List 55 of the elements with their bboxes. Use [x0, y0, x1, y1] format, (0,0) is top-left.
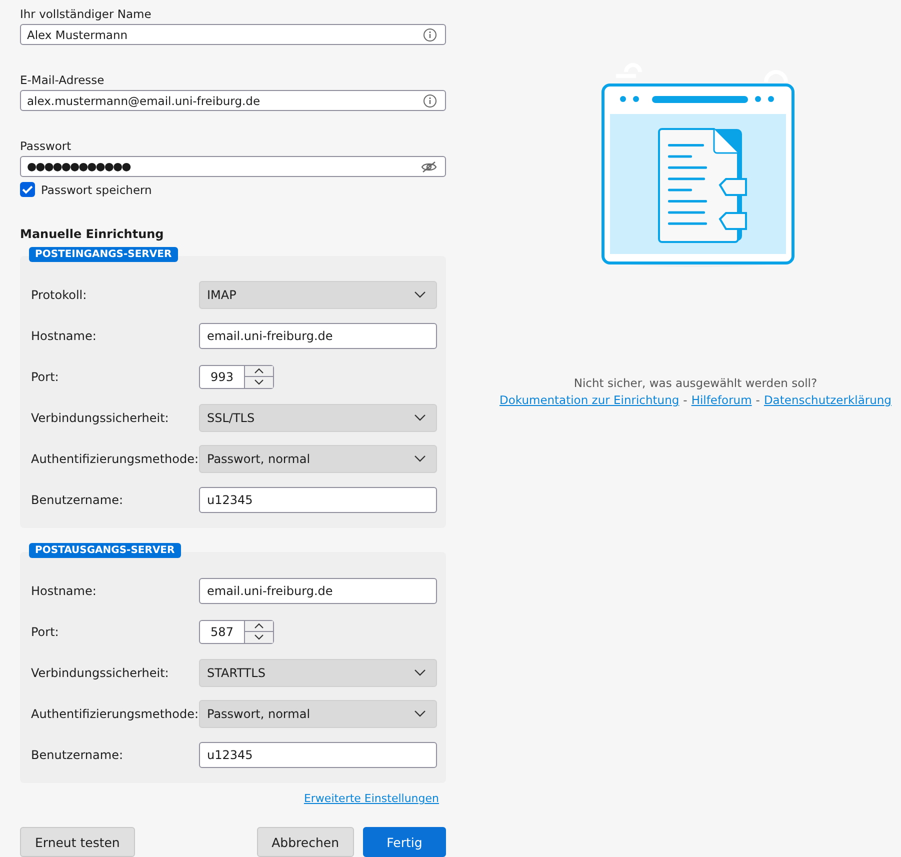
- field-label: E-Mail-Adresse: [20, 73, 104, 87]
- chevron-down-icon: [414, 455, 426, 462]
- chevron-up-icon[interactable]: [254, 368, 264, 374]
- advanced-settings-link[interactable]: Erweiterte Einstellungen: [304, 792, 439, 805]
- action-button[interactable]: Erneut testen: [20, 827, 135, 857]
- section-label: POSTAUSGANGS-SERVER: [29, 543, 181, 558]
- field-label: Benutzername:: [31, 492, 124, 506]
- field-label: Ihr vollständiger Name: [20, 7, 152, 21]
- checkbox[interactable]: [20, 182, 35, 197]
- dropdown[interactable]: SSL/TLS: [199, 404, 437, 432]
- field-label: Port:: [31, 370, 60, 384]
- field-label: Hostname:: [31, 328, 98, 342]
- number-field[interactable]: 993: [199, 364, 274, 388]
- separator-text: -: [756, 393, 760, 407]
- separator-text: -: [683, 393, 688, 407]
- field-label: Protokoll:: [31, 288, 88, 302]
- help-link[interactable]: Datenschutzerklärung: [764, 393, 892, 407]
- chevron-down-icon: [414, 291, 426, 298]
- checkbox-label[interactable]: Passwort speichern: [41, 182, 152, 196]
- number-field[interactable]: 587: [199, 620, 274, 644]
- input-field[interactable]: Alex Mustermann: [20, 24, 446, 45]
- info-icon[interactable]: [423, 28, 437, 42]
- field-label: Authentifizierungsmethode:: [31, 706, 199, 720]
- field-label: Port:: [31, 624, 60, 638]
- text-field[interactable]: u12345: [199, 486, 437, 512]
- field-label: Hostname:: [31, 584, 98, 598]
- chevron-up-icon[interactable]: [254, 622, 264, 629]
- help-link[interactable]: Dokumentation zur Einrichtung: [500, 393, 680, 407]
- chevron-down-icon[interactable]: [254, 634, 264, 640]
- chevron-down-icon: [414, 710, 426, 717]
- field-label: Passwort: [20, 139, 72, 153]
- field-label: Authentifizierungsmethode:: [31, 452, 199, 466]
- dropdown[interactable]: IMAP: [199, 280, 437, 308]
- chevron-down-icon: [414, 669, 426, 676]
- help-text: Nicht sicher, was ausgewählt werden soll?: [574, 376, 818, 390]
- text-field[interactable]: email.uni-freiburg.de: [199, 578, 437, 604]
- input-field[interactable]: alex.mustermann@email.uni-freiburg.de: [20, 90, 446, 111]
- text-field[interactable]: email.uni-freiburg.de: [199, 322, 437, 348]
- text-field[interactable]: u12345: [199, 742, 437, 768]
- field-label: Benutzername:: [31, 748, 124, 762]
- dropdown[interactable]: STARTTLS: [199, 658, 437, 686]
- section-label: POSTEINGANGS-SERVER: [29, 247, 178, 262]
- field-label: Verbindungssicherheit:: [31, 410, 170, 424]
- chevron-down-icon: [414, 414, 426, 421]
- dropdown[interactable]: Passwort, normal: [199, 444, 437, 472]
- done-button[interactable]: Fertig: [363, 827, 446, 857]
- section-heading: Manuelle Einrichtung: [20, 227, 164, 241]
- info-icon[interactable]: [423, 94, 437, 108]
- eye-slash-icon[interactable]: [421, 160, 437, 172]
- password-field[interactable]: ●●●●●●●●●●●●: [20, 156, 446, 177]
- dropdown[interactable]: Passwort, normal: [199, 700, 437, 728]
- field-label: Verbindungssicherheit:: [31, 666, 170, 680]
- help-link[interactable]: Hilfeforum: [691, 393, 752, 407]
- chevron-down-icon[interactable]: [254, 379, 264, 386]
- action-button[interactable]: Abbrechen: [256, 827, 354, 857]
